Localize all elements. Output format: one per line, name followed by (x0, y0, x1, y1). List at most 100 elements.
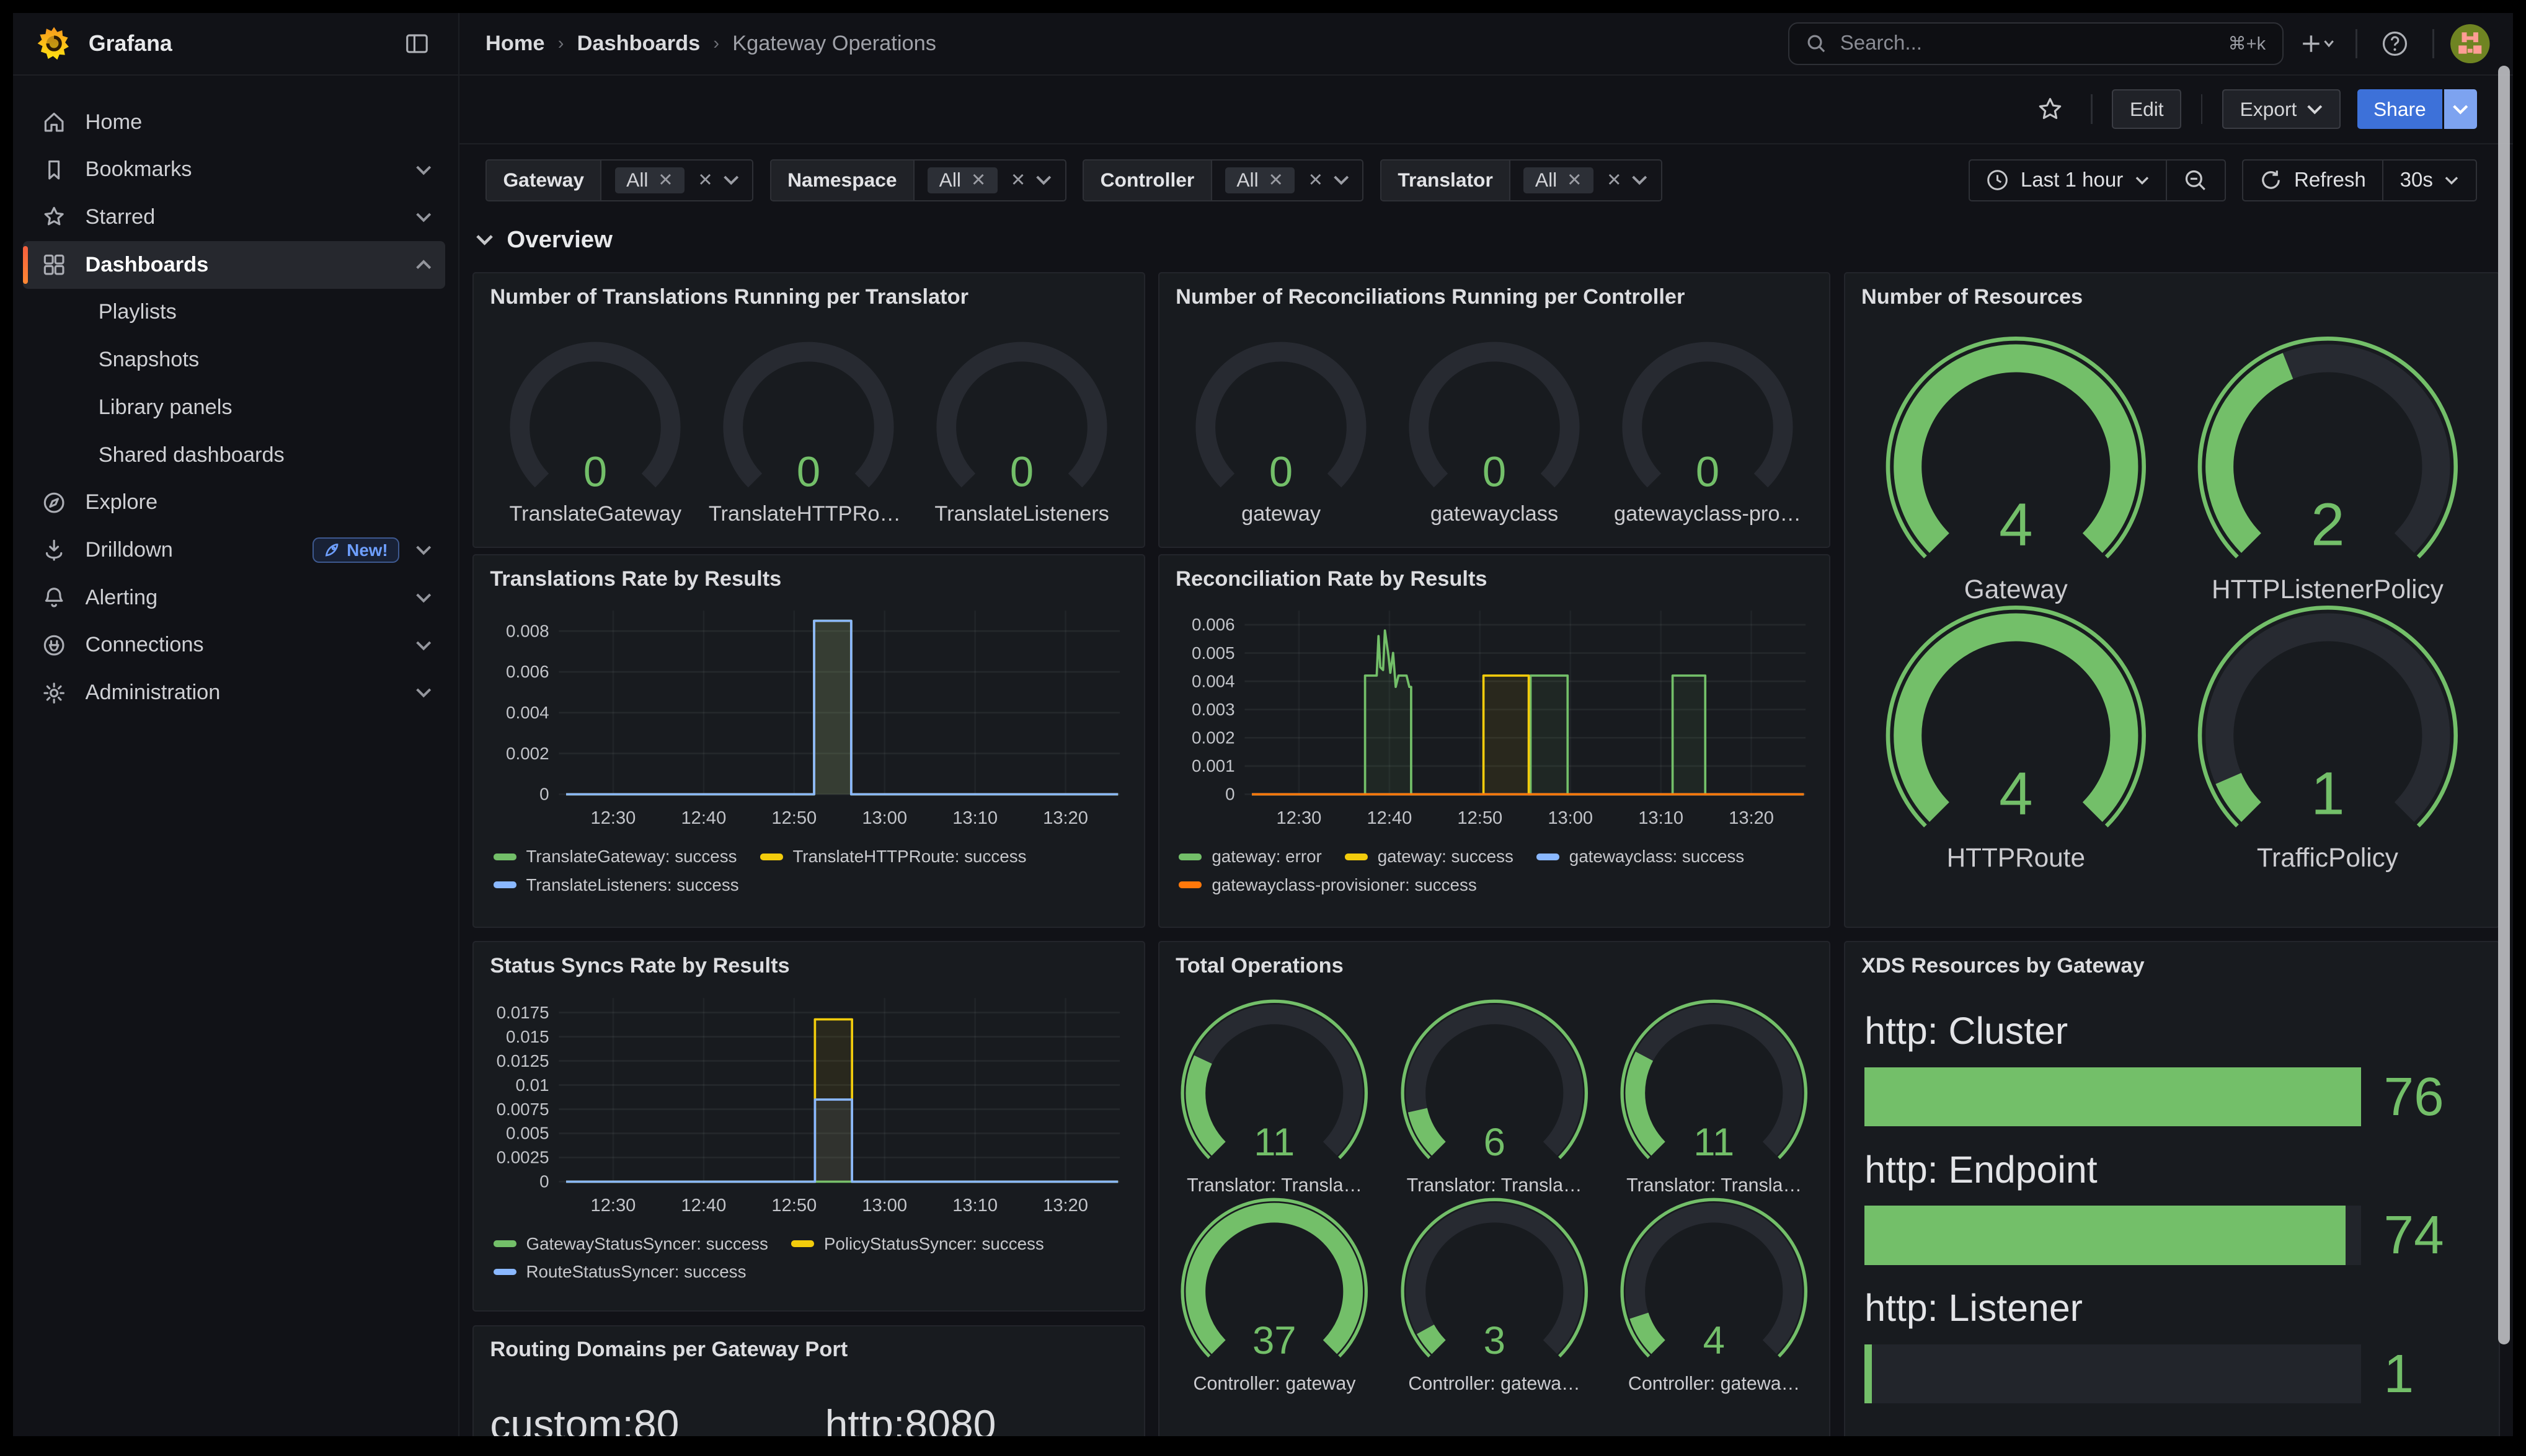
filter-gateway[interactable]: Gateway All✕ ✕ (485, 159, 753, 202)
chevron-down-icon[interactable] (1035, 170, 1052, 190)
filter-label: Translator (1381, 161, 1510, 201)
share-button[interactable]: Share (2357, 89, 2443, 128)
panel-title[interactable]: Reconciliation Rate by Results (1159, 555, 1830, 591)
breadcrumb-item[interactable]: Kgateway Operations (732, 32, 936, 56)
panel-title[interactable]: Number of Translations Running per Trans… (474, 273, 1144, 309)
help-icon[interactable] (2373, 22, 2416, 65)
svg-text:2: 2 (2311, 490, 2344, 558)
panel-title[interactable]: Routing Domains per Gateway Port (474, 1326, 1144, 1362)
edit-button[interactable]: Edit (2112, 89, 2181, 128)
row-title: Overview (507, 226, 613, 254)
clear-filter-icon[interactable]: ✕ (1011, 169, 1026, 191)
legend-item[interactable]: gateway: error (1179, 847, 1321, 867)
gauge-reconciliations-running-2: 0 gatewayclass-pro… (1601, 335, 1814, 526)
legend-swatch (791, 1240, 814, 1247)
legend-item[interactable]: gatewayclass-provisioner: success (1179, 875, 1476, 895)
share-caret-button[interactable] (2444, 89, 2477, 128)
sidebar-item-explore[interactable]: Explore (23, 479, 445, 526)
remove-value-icon[interactable]: ✕ (1269, 169, 1283, 191)
filter-namespace[interactable]: Namespace All✕ ✕ (770, 159, 1066, 202)
sidebar-item-label: Dashboards (86, 253, 399, 277)
svg-text:12:40: 12:40 (681, 808, 727, 828)
sidebar-item-connections[interactable]: Connections (23, 622, 445, 669)
panel-title[interactable]: Status Syncs Rate by Results (474, 942, 1144, 978)
refresh-interval-button[interactable]: 30s (2382, 161, 2476, 201)
filter-chip[interactable]: All✕ (1523, 167, 1593, 193)
svg-text:0.0175: 0.0175 (497, 1002, 549, 1021)
panel-title[interactable]: XDS Resources by Gateway (1845, 942, 2499, 978)
svg-text:0.0125: 0.0125 (497, 1051, 549, 1070)
breadcrumb-item[interactable]: Dashboards (577, 32, 701, 56)
svg-text:11: 11 (1694, 1121, 1735, 1164)
sidebar-item-label: Drilldown (86, 538, 296, 562)
sidebar-item-home[interactable]: Home (23, 99, 445, 146)
legend-item[interactable]: TranslateGateway: success (494, 847, 737, 867)
panel-title[interactable]: Number of Resources (1845, 273, 2499, 309)
chevron-down-icon[interactable] (723, 170, 739, 190)
remove-value-icon[interactable]: ✕ (658, 169, 673, 191)
chevron-down-icon[interactable] (1631, 170, 1647, 190)
gauge-label: TranslateGateway (489, 502, 702, 526)
chevron-down-icon (415, 640, 432, 651)
legend-item[interactable]: TranslateHTTPRoute: success (760, 847, 1027, 867)
legend-item[interactable]: gatewayclass: success (1536, 847, 1744, 867)
clear-filter-icon[interactable]: ✕ (698, 169, 712, 191)
filter-chip[interactable]: All✕ (928, 167, 998, 193)
sidebar-item-label: Administration (86, 681, 399, 705)
panel-reconciliations-running: Number of Reconciliations Running per Co… (1158, 272, 1831, 547)
panel-title[interactable]: Number of Reconciliations Running per Co… (1159, 273, 1830, 309)
legend-item[interactable]: gateway: success (1345, 847, 1513, 867)
sidebar-item-snapshots[interactable]: Snapshots (23, 336, 445, 384)
panel-xds-resources: XDS Resources by Gateway http: Cluster 7… (1844, 941, 2500, 1436)
star-dashboard-icon[interactable] (2029, 88, 2072, 131)
avatar[interactable] (2450, 24, 2489, 63)
filter-controller[interactable]: Controller All✕ ✕ (1083, 159, 1363, 202)
search-box[interactable]: ⌘+k (1788, 22, 2284, 65)
sidebar-item-alerting[interactable]: Alerting (23, 574, 445, 622)
clear-filter-icon[interactable]: ✕ (1308, 169, 1323, 191)
time-range-button[interactable]: Last 1 hour (1970, 161, 2166, 201)
legend-item[interactable]: GatewayStatusSyncer: success (494, 1234, 768, 1254)
legend-item[interactable]: TranslateListeners: success (494, 875, 739, 895)
sidebar-item-bookmarks[interactable]: Bookmarks (23, 146, 445, 193)
remove-value-icon[interactable]: ✕ (971, 169, 986, 191)
sidebar-item-administration[interactable]: Administration (23, 669, 445, 717)
row-overview-toggle[interactable]: Overview (476, 226, 613, 254)
breadcrumb-item[interactable]: Home (485, 32, 545, 56)
add-button[interactable] (2297, 22, 2339, 65)
filter-chip[interactable]: All✕ (615, 167, 685, 193)
panel-title[interactable]: Total Operations (1159, 942, 1830, 978)
filter-chip[interactable]: All✕ (1225, 167, 1295, 193)
clear-filter-icon[interactable]: ✕ (1606, 169, 1621, 191)
grafana-logo[interactable] (36, 25, 72, 61)
legend-item[interactable]: RouteStatusSyncer: success (494, 1262, 747, 1282)
zoom-out-button[interactable] (2166, 161, 2225, 201)
bar-label: http: Endpoint (1864, 1148, 2479, 1191)
chevron-down-icon (415, 164, 432, 176)
sidebar-item-shared-dashboards[interactable]: Shared dashboards (23, 431, 445, 479)
main-area: Home›Dashboards›Kgateway Operations ⌘+k (459, 13, 2513, 1436)
chevron-up-icon (415, 259, 432, 271)
search-input[interactable] (1840, 32, 2215, 55)
dock-sidebar-icon[interactable] (396, 22, 438, 65)
bar-row: http: Listener 1 (1864, 1286, 2479, 1403)
legend-swatch (1179, 881, 1202, 888)
legend-item[interactable]: PolicyStatusSyncer: success (791, 1234, 1044, 1254)
sidebar-item-dashboards[interactable]: Dashboards (23, 241, 445, 289)
breadcrumb: Home›Dashboards›Kgateway Operations (485, 32, 1775, 56)
svg-text:0.001: 0.001 (1192, 756, 1234, 775)
sidebar-item-starred[interactable]: Starred (23, 193, 445, 241)
remove-value-icon[interactable]: ✕ (1567, 169, 1582, 191)
chevron-down-icon[interactable] (1333, 170, 1349, 190)
sidebar-item-playlists[interactable]: Playlists (23, 289, 445, 337)
panel-title[interactable]: Translations Rate by Results (474, 555, 1144, 591)
sidebar-item-library-panels[interactable]: Library panels (23, 384, 445, 431)
refresh-button[interactable]: Refresh (2243, 161, 2382, 201)
export-button[interactable]: Export (2222, 89, 2341, 128)
scrollbar[interactable] (2498, 66, 2510, 1344)
sidebar-header: Grafana (13, 13, 458, 76)
gauge-reconciliations-running-0: 0 gateway (1174, 335, 1388, 526)
gauge-label: gatewayclass (1388, 502, 1601, 526)
sidebar-item-drilldown[interactable]: DrilldownNew! (23, 526, 445, 574)
filter-translator[interactable]: Translator All✕ ✕ (1380, 159, 1662, 202)
